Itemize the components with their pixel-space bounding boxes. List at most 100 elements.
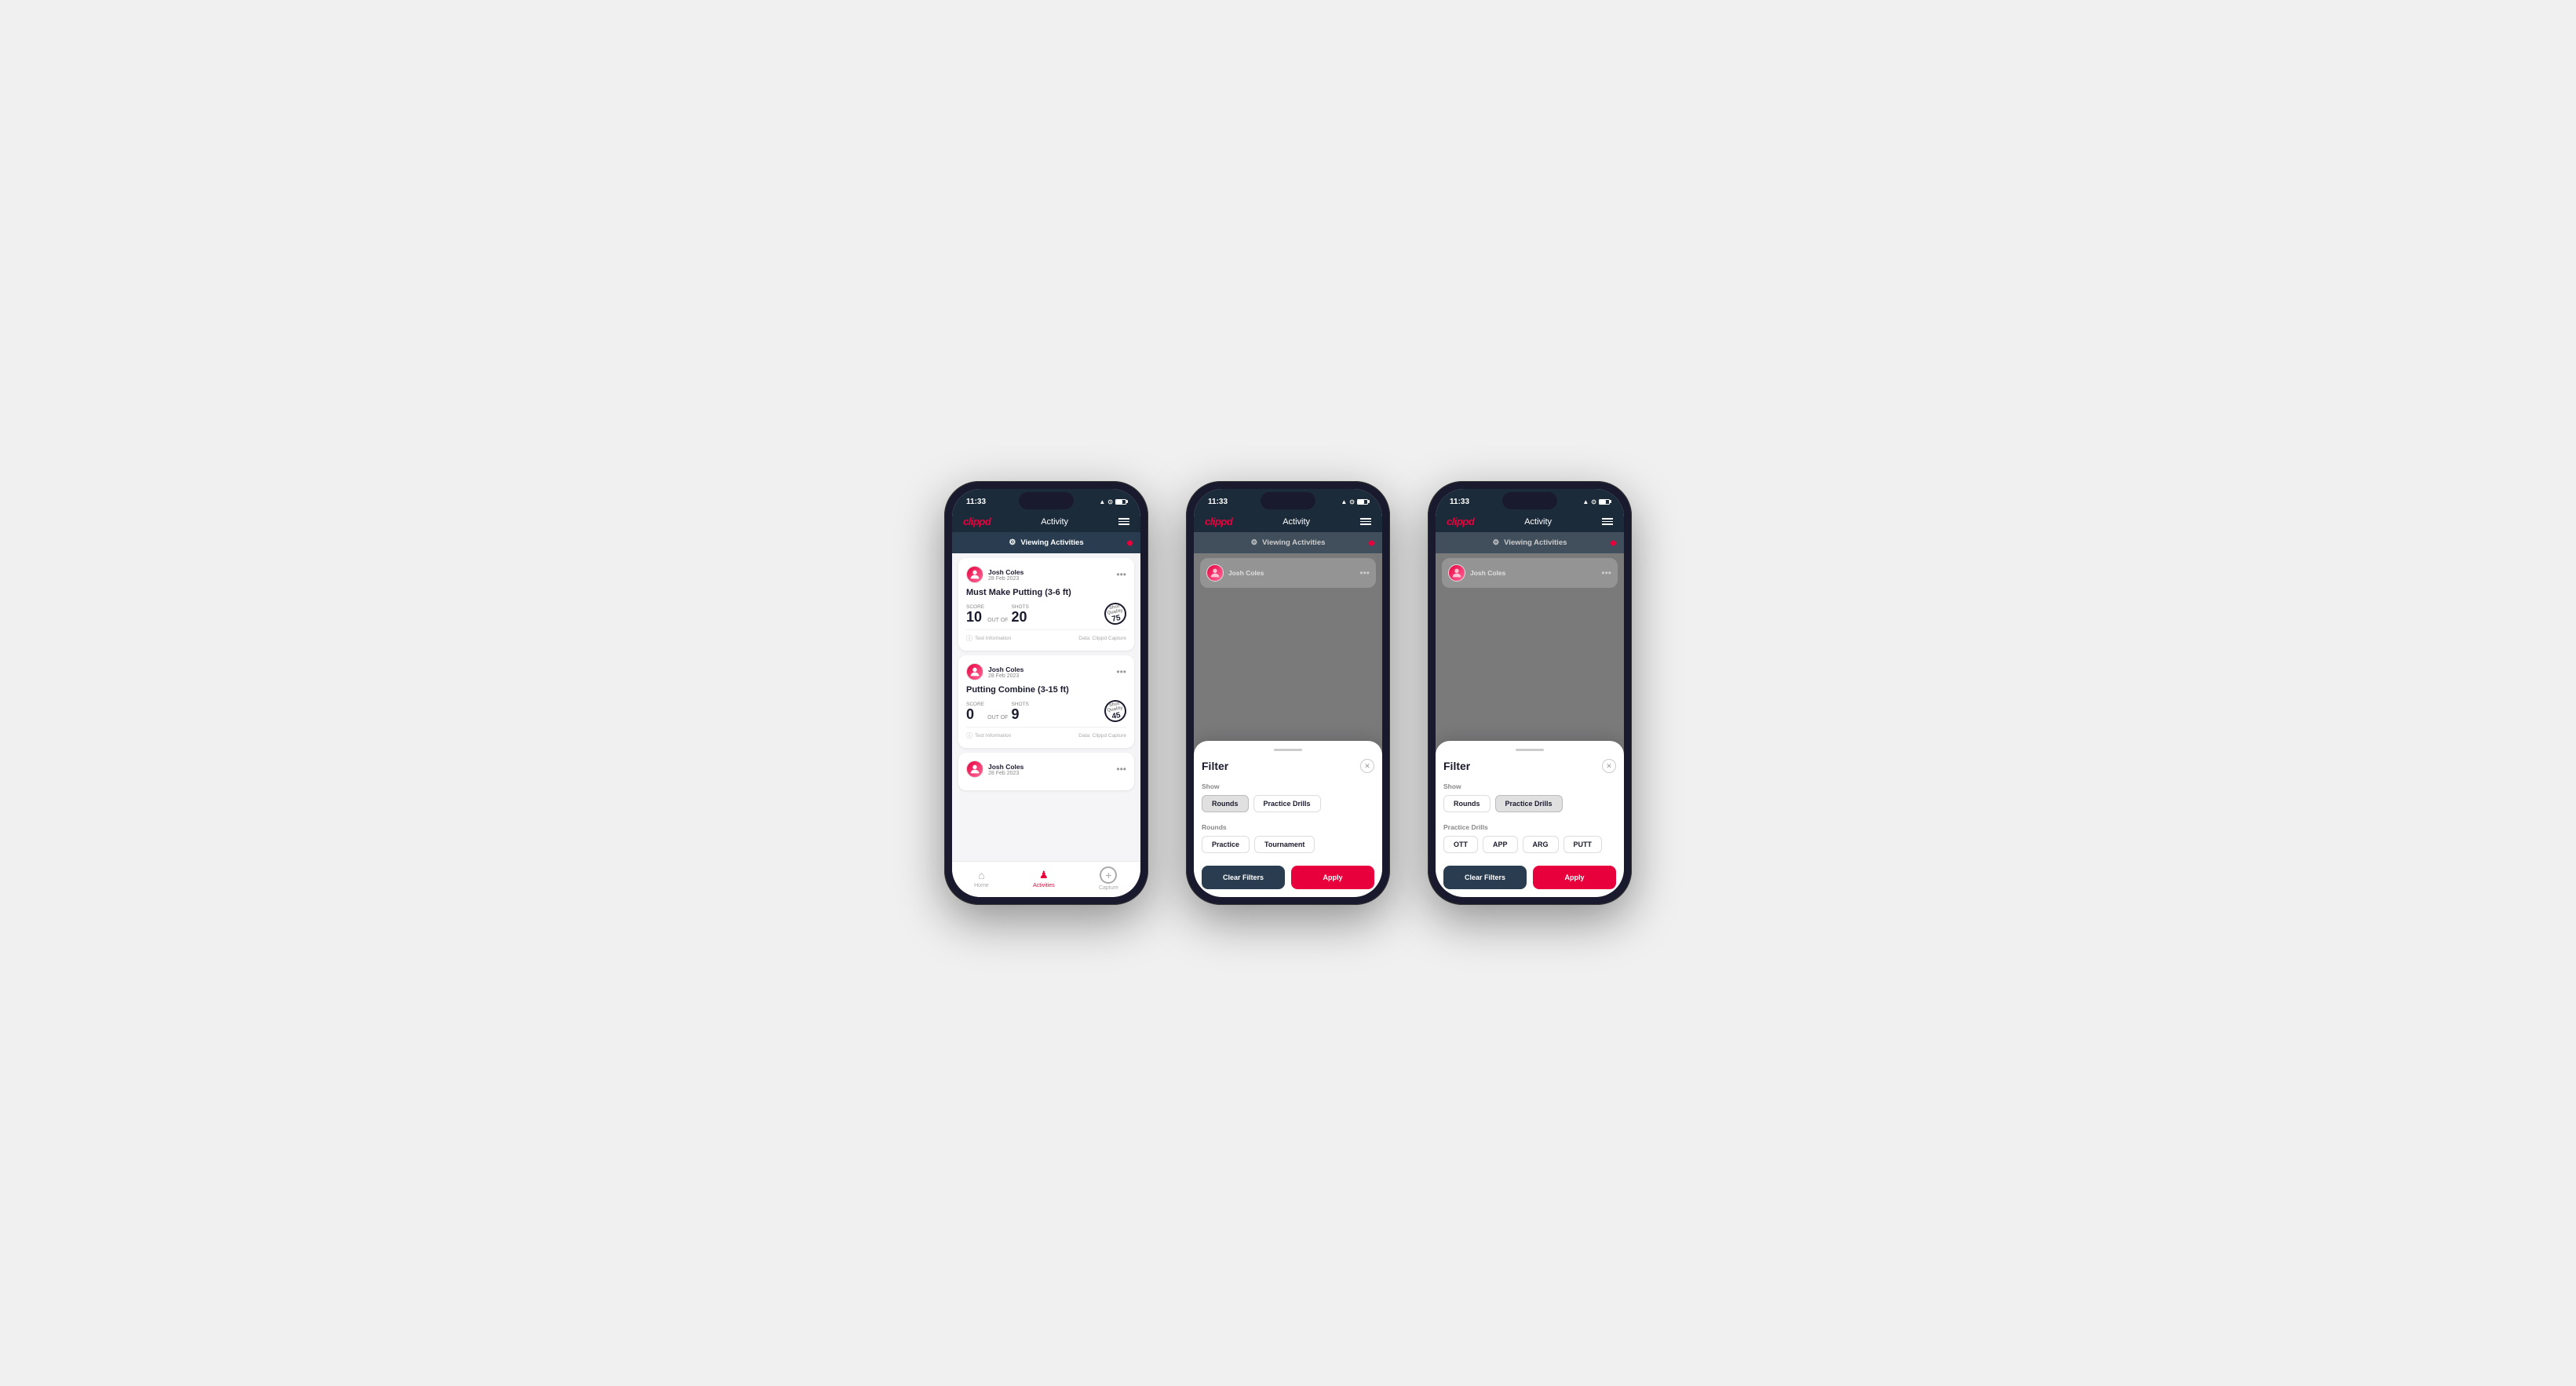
filter-title-3: Filter (1443, 760, 1470, 772)
sheet-handle-3 (1516, 749, 1544, 751)
card-user-1: Josh Coles 28 Feb 2023 (966, 566, 1023, 583)
nav-bar-1: clippd Activity (952, 511, 1140, 532)
phone-1: 11:33 ▲ ⊙ clippd Activity ⚙ (944, 481, 1148, 905)
sheet-handle-2 (1274, 749, 1302, 751)
time-3: 11:33 (1450, 498, 1469, 506)
arg-btn-3[interactable]: ARG (1523, 836, 1559, 853)
activity-card-2: Josh Coles 28 Feb 2023 ••• Putting Combi… (958, 655, 1134, 748)
content-1: ⚙ Viewing Activities (952, 532, 1140, 861)
more-button-2[interactable]: ••• (1116, 666, 1126, 677)
viewing-banner-1[interactable]: ⚙ Viewing Activities (952, 532, 1140, 553)
rounds-show-btn-3[interactable]: Rounds (1443, 795, 1491, 812)
show-buttons-3: Rounds Practice Drills (1443, 795, 1616, 812)
out-of-1: OUT OF (987, 618, 1008, 623)
shot-quality-badge-2: Shot Quality 45 (1103, 698, 1128, 724)
card-peek-inner-3: Josh Coles ••• (1442, 558, 1618, 588)
red-dot-3 (1611, 540, 1616, 545)
nav-title-1: Activity (1041, 517, 1068, 527)
user-name-peek-2: Josh Coles (1228, 569, 1264, 577)
nav-home-1[interactable]: ⌂ Home (974, 869, 989, 888)
notification-dot-1 (1127, 540, 1133, 545)
more-button-3[interactable]: ••• (1116, 764, 1126, 775)
user-info-1: Josh Coles 28 Feb 2023 (988, 568, 1023, 582)
menu-button-1[interactable] (1118, 518, 1129, 525)
card-peek-3: Josh Coles ••• (1436, 553, 1624, 593)
user-peek-3: Josh Coles (1448, 564, 1505, 582)
signal-icon: ▲ (1099, 498, 1105, 505)
wifi-icon-3: ⊙ (1591, 498, 1596, 505)
battery-icon-2 (1357, 499, 1368, 505)
footer-info-2: ⓘ Test Information (966, 731, 1011, 740)
footer-left-2: Test Information (975, 733, 1011, 739)
apply-btn-3[interactable]: Apply (1533, 866, 1616, 889)
avatar-peek-3 (1448, 564, 1465, 582)
putt-btn-3[interactable]: PUTT (1563, 836, 1603, 853)
info-icon-1: ⓘ (966, 634, 972, 643)
apply-btn-2[interactable]: Apply (1291, 866, 1374, 889)
drills-buttons-3: OTT APP ARG PUTT (1443, 836, 1616, 853)
wifi-icon-2: ⊙ (1349, 498, 1355, 505)
dimmed-banner-3: ⚙ Viewing Activities (1436, 532, 1624, 553)
menu-button-2[interactable] (1360, 518, 1371, 525)
more-button-1[interactable]: ••• (1116, 569, 1126, 580)
home-label: Home (974, 883, 989, 888)
card-title-1: Must Make Putting (3-6 ft) (966, 588, 1126, 597)
scene: 11:33 ▲ ⊙ clippd Activity ⚙ (897, 434, 1679, 952)
nav-title-3: Activity (1524, 517, 1552, 527)
user-date-1: 28 Feb 2023 (988, 576, 1023, 582)
user-name-peek-3: Josh Coles (1470, 569, 1505, 577)
tournament-btn-2[interactable]: Tournament (1254, 836, 1315, 853)
shot-quality-badge-1: Shot Quality 75 (1103, 601, 1128, 626)
status-icons-1: ▲ ⊙ (1099, 498, 1126, 505)
filter-sheet-2: Filter ✕ Show Rounds Practice Drills Rou… (1194, 741, 1382, 897)
close-button-2[interactable]: ✕ (1360, 759, 1374, 773)
score-value-1: 10 (966, 610, 984, 624)
app-btn-3[interactable]: APP (1483, 836, 1518, 853)
practice-drills-show-btn-2[interactable]: Practice Drills (1253, 795, 1321, 812)
ott-btn-3[interactable]: OTT (1443, 836, 1478, 853)
filter-icon-dimmed-3: ⚙ (1493, 538, 1500, 547)
rounds-label-2: Rounds (1202, 823, 1374, 831)
user-date-3: 28 Feb 2023 (988, 771, 1023, 776)
nav-activities-1[interactable]: ♟ Activities (1033, 869, 1055, 888)
clear-filters-btn-2[interactable]: Clear Filters (1202, 866, 1285, 889)
filter-sheet-3: Filter ✕ Show Rounds Practice Drills Pra… (1436, 741, 1624, 897)
avatar-3 (966, 760, 983, 778)
sheet-header-3: Filter ✕ (1443, 759, 1616, 773)
dynamic-island (1019, 492, 1074, 509)
filter-title-2: Filter (1202, 760, 1228, 772)
avatar-1 (966, 566, 983, 583)
card-peek-inner-2: Josh Coles ••• (1200, 558, 1376, 588)
more-peek-2: ••• (1359, 567, 1370, 578)
dynamic-island-2 (1261, 492, 1315, 509)
wifi-icon: ⊙ (1107, 498, 1113, 505)
battery-icon (1115, 499, 1126, 505)
rounds-show-btn-2[interactable]: Rounds (1202, 795, 1249, 812)
capture-icon: + (1100, 866, 1117, 884)
sheet-footer-3: Clear Filters Apply (1443, 866, 1616, 889)
shots-value-2: 9 (1011, 707, 1028, 721)
cards-area-1[interactable]: Josh Coles 28 Feb 2023 ••• Must Make Put… (952, 553, 1140, 861)
signal-icon-3: ▲ (1582, 498, 1589, 505)
dimmed-banner-2: ⚙ Viewing Activities (1194, 532, 1382, 553)
more-peek-3: ••• (1601, 567, 1611, 578)
show-label-2: Show (1202, 782, 1374, 790)
logo-3: clippd (1447, 516, 1474, 527)
card-peek-2: Josh Coles ••• (1194, 553, 1382, 593)
logo-1: clippd (963, 516, 991, 527)
close-button-3[interactable]: ✕ (1602, 759, 1616, 773)
practice-btn-2[interactable]: Practice (1202, 836, 1250, 853)
footer-info-1: ⓘ Test Information (966, 634, 1011, 643)
practice-drills-show-btn-3[interactable]: Practice Drills (1495, 795, 1563, 812)
home-icon: ⌂ (978, 869, 984, 881)
time-2: 11:33 (1208, 498, 1228, 506)
user-info-2: Josh Coles 28 Feb 2023 (988, 666, 1023, 679)
avatar-peek-2 (1206, 564, 1224, 582)
clear-filters-btn-3[interactable]: Clear Filters (1443, 866, 1527, 889)
info-icon-2: ⓘ (966, 731, 972, 740)
menu-button-3[interactable] (1602, 518, 1613, 525)
nav-capture-1[interactable]: + Capture (1099, 866, 1118, 891)
card-footer-1: ⓘ Test Information Data: Clippd Capture (966, 629, 1126, 643)
filter-icon-dimmed-2: ⚙ (1251, 538, 1258, 547)
footer-right-1: Data: Clippd Capture (1078, 636, 1126, 641)
